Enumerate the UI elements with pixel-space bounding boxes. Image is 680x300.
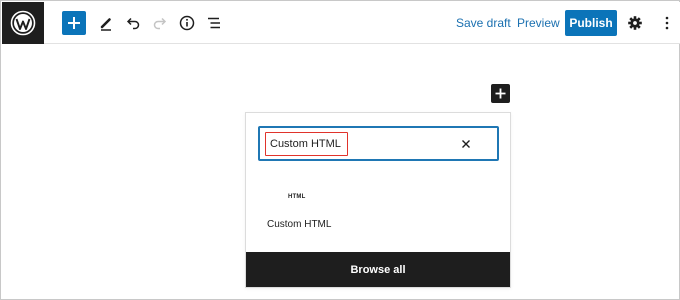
list-view-button[interactable] [202,11,226,35]
details-button[interactable] [175,11,199,35]
block-inserter-popover: HTML Custom HTML Browse all [245,112,511,288]
info-icon [179,15,195,31]
publish-button-label: Publish [569,16,613,30]
options-button[interactable] [655,11,679,35]
editor-frame: Save draft Preview Publish Custom HTML H… [0,0,680,300]
settings-button[interactable] [623,11,647,35]
wordpress-logo-icon [10,10,36,36]
editor-toolbar: Save draft Preview Publish [2,2,680,44]
canvas-add-block-button[interactable] [491,84,510,103]
pencil-icon [100,18,111,31]
block-result-label: Custom HTML [267,219,332,230]
undo-icon [126,17,140,30]
redo-button[interactable] [148,11,172,35]
close-icon [462,140,470,148]
clear-search-button[interactable] [459,137,473,151]
plus-icon [68,17,80,29]
plus-icon [495,88,506,99]
add-block-button[interactable] [62,11,86,35]
block-search-box [258,126,499,161]
gear-icon [628,16,642,30]
wordpress-logo-button[interactable] [2,2,44,44]
block-search-input[interactable] [265,132,348,156]
list-view-icon [208,17,220,29]
undo-button[interactable] [121,11,145,35]
browse-all-label: Browse all [350,263,406,276]
browse-all-button[interactable]: Browse all [246,252,510,287]
block-result-custom-html[interactable]: HTML Custom HTML [258,183,358,241]
save-draft-button[interactable]: Save draft [456,16,511,30]
preview-button[interactable]: Preview [517,16,560,30]
publish-button[interactable]: Publish [565,10,617,36]
redo-icon [153,17,167,30]
more-vertical-icon [665,16,669,30]
html-icon: HTML [288,194,306,200]
tools-button[interactable] [94,11,118,35]
